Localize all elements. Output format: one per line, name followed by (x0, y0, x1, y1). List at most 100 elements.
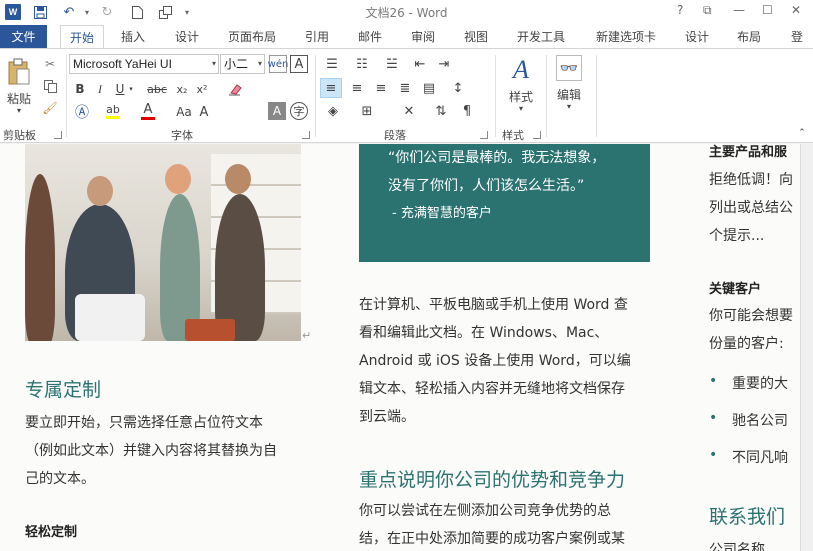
binoculars-icon[interactable]: 👓 (556, 55, 582, 81)
tab-mailings[interactable]: 邮件 (350, 25, 390, 49)
numbering-icon[interactable]: ☷ (350, 55, 374, 73)
clipboard-icon[interactable] (5, 57, 33, 87)
text-line: 要立即开始，只需选择任意占位符文本 (25, 415, 263, 431)
distributed-button[interactable]: ▤ (418, 78, 440, 98)
tab-table-design[interactable]: 设计 (679, 25, 715, 49)
collapse-ribbon-icon[interactable]: ⌃ (796, 127, 808, 139)
tab-page-layout[interactable]: 页面布局 (222, 25, 282, 49)
decrease-indent-icon[interactable]: ⇤ (410, 55, 430, 73)
tab-table-layout[interactable]: 布局 (731, 25, 767, 49)
maximize-icon[interactable]: ☐ (762, 3, 773, 17)
underline-dropdown-icon[interactable]: ▾ (126, 80, 136, 98)
quote-line-1: “你们公司是最棒的。我无法想象， (388, 150, 606, 166)
superscript-button[interactable]: x² (193, 80, 211, 98)
left-paragraph: 要立即开始，只需选择任意占位符文本 （例如此文本）并键入内容将其替换为自 己的文… (25, 409, 325, 493)
align-right-button[interactable]: ≡ (370, 78, 392, 98)
tab-review[interactable]: 审阅 (403, 25, 443, 49)
format-painter-icon[interactable]: 🖌 (41, 99, 59, 117)
tab-new-tab[interactable]: 新建选项卡 (590, 25, 662, 49)
minimize-icon[interactable]: — (733, 3, 745, 17)
text-line: 看和编辑此文档。在 Windows、Mac、 (359, 325, 609, 341)
styles-icon[interactable]: A (505, 55, 537, 85)
editing-button[interactable]: 编辑 (552, 87, 586, 102)
italic-button[interactable]: I (92, 80, 108, 98)
vertical-scrollbar[interactable] (800, 144, 813, 551)
font-size-value: 小二 (224, 57, 249, 71)
font-color-button[interactable]: A (139, 101, 157, 121)
bold-button[interactable]: B (72, 80, 88, 98)
text-line: 结，在正中处添加简要的成功客户案例或某 (359, 531, 625, 547)
group-divider (315, 55, 316, 137)
multilevel-list-icon[interactable]: ☱ (380, 55, 404, 73)
clear-formatting-icon[interactable] (226, 80, 244, 98)
editing-dropdown-icon[interactable]: ▾ (563, 101, 575, 111)
align-center-button[interactable]: ≡ (346, 78, 368, 98)
paragraph-group-label: 段落 (384, 129, 406, 142)
subscript-button[interactable]: x₂ (173, 80, 191, 98)
ribbon-display-icon[interactable]: ⧉ (703, 3, 712, 18)
chevron-down-icon: ▾ (211, 59, 216, 68)
clipboard-launcher-icon[interactable] (54, 131, 62, 139)
person-left-edge (25, 174, 55, 341)
styles-launcher-icon[interactable] (533, 131, 541, 139)
show-marks-icon[interactable]: ¶ (456, 102, 478, 120)
tab-developer[interactable]: 开发工具 (511, 25, 571, 49)
text-line: 份量的客户: (709, 336, 784, 352)
text-line: Android 或 iOS 设备上使用 Word，可以编 (359, 353, 631, 369)
copy-icon[interactable] (41, 77, 59, 95)
tab-file[interactable]: 文件 (0, 25, 47, 49)
styles-button[interactable]: 样式 (503, 89, 539, 104)
tab-design[interactable]: 设计 (167, 25, 207, 49)
paragraph-launcher-icon[interactable] (480, 131, 488, 139)
paragraph-mark: ↵ (302, 329, 312, 342)
help-icon[interactable]: ? (677, 3, 683, 17)
window-title: 文档26 - Word (365, 6, 448, 20)
strikethrough-button[interactable]: abc (145, 80, 169, 98)
tab-references[interactable]: 引用 (297, 25, 337, 49)
tab-view[interactable]: 视图 (456, 25, 496, 49)
text-effects-icon[interactable]: Ⓐ (72, 103, 92, 121)
character-shading-icon[interactable]: A (268, 102, 286, 120)
quote-author: - 充满智慧的客户 (392, 206, 492, 221)
white-stool (75, 294, 145, 341)
chinese-layout-icon[interactable]: ✕ (396, 102, 422, 120)
tab-home[interactable]: 开始 (60, 25, 104, 50)
person-head (225, 164, 251, 194)
styles-dropdown-icon[interactable]: ▾ (515, 103, 527, 113)
text-line: （例如此文本）并键入内容将其替换为自 (25, 443, 277, 459)
list-item-text: 不同凡响 (732, 450, 788, 466)
text-line: 你可能会想要 (709, 308, 793, 324)
tab-sign-in[interactable]: 登 (787, 25, 807, 49)
increase-indent-icon[interactable]: ⇥ (434, 55, 454, 73)
document-area[interactable]: ↵ “你们公司是最棒的。我无法想象， 没有了你们，人们该怎么生活。” - 充满智… (0, 144, 800, 551)
change-case-button[interactable]: Aa (172, 103, 196, 121)
highlight-color-button[interactable]: ab (104, 101, 122, 121)
group-divider (546, 55, 547, 137)
text-line: 拒绝低调！向 (709, 172, 793, 188)
character-border-icon[interactable]: A (290, 55, 308, 73)
font-launcher-icon[interactable] (302, 131, 310, 139)
cut-icon[interactable]: ✂ (41, 55, 59, 73)
close-icon[interactable]: ✕ (791, 3, 801, 17)
borders-icon[interactable]: ⊞ (354, 102, 380, 120)
right-paragraph-products: 拒绝低调！向 列出或总结公 个提示... (709, 166, 793, 250)
shading-icon[interactable]: ◈ (320, 102, 346, 120)
styles-group-label: 样式 (502, 129, 524, 142)
font-size-select[interactable]: 小二 ▾ (220, 54, 265, 74)
ribbon: 粘贴 ▾ ✂ 🖌 剪贴板 Microsoft YaHei UI ▾ 小二 ▾ w… (0, 48, 813, 143)
chevron-down-icon: ▾ (257, 59, 262, 68)
paste-button[interactable]: 粘贴 (4, 91, 34, 106)
justify-button[interactable]: ≣ (394, 78, 416, 98)
enclose-characters-icon[interactable]: 字 (290, 102, 308, 120)
bullets-icon[interactable]: ☰ (320, 55, 344, 73)
phonetic-guide-icon[interactable]: wén (268, 55, 288, 73)
align-left-button[interactable]: ≡ (320, 78, 342, 98)
paste-dropdown-icon[interactable]: ▾ (13, 105, 25, 115)
person-head (165, 164, 191, 194)
sort-icon[interactable]: ⇅ (430, 102, 452, 120)
font-name-select[interactable]: Microsoft YaHei UI ▾ (69, 54, 219, 74)
grow-font-button[interactable]: A (196, 103, 212, 121)
list-item-text: 重要的大 (732, 376, 788, 392)
line-spacing-icon[interactable]: ↕ (446, 78, 470, 98)
tab-insert[interactable]: 插入 (113, 25, 153, 49)
